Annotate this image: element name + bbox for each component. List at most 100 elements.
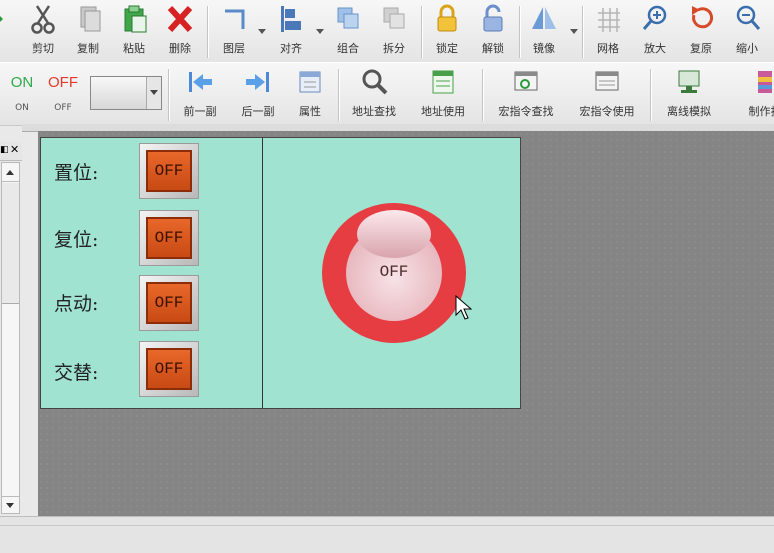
delete-button[interactable]: 删除 [158, 2, 202, 60]
address-usage-label: 地址使用 [421, 103, 465, 119]
package-button[interactable]: 制作打 [735, 65, 774, 123]
jog-switch-button[interactable]: OFF [139, 275, 199, 331]
scissors-icon [23, 2, 63, 36]
toggle-switch-face: OFF [146, 348, 192, 390]
address-search-label: 地址查找 [352, 103, 396, 119]
toolbar-separator [168, 69, 170, 121]
ungroup-button[interactable]: 拆分 [372, 2, 416, 60]
on-icon-text: ON [11, 74, 34, 91]
left-dock-header: ◧ ✕ [0, 142, 22, 161]
lamp-gloss [357, 210, 431, 258]
align-dropdown-arrow-icon[interactable] [316, 29, 324, 34]
shape-selector-dropdown[interactable] [90, 76, 162, 110]
zoom-out-button[interactable]: 缩小 [725, 2, 769, 60]
paste-label: 粘贴 [123, 40, 145, 56]
hmi-screen[interactable]: 置位: OFF 复位: OFF 点动: OFF 交替: OFF OFF [40, 137, 521, 409]
align-button[interactable]: 对齐 [268, 2, 314, 60]
zoom-in-label: 放大 [644, 40, 666, 56]
restore-icon [681, 2, 721, 36]
group-button[interactable]: 组合 [326, 2, 370, 60]
cut-button[interactable]: 剪切 [22, 2, 64, 60]
ungroup-icon [374, 2, 414, 36]
off-icon: OFF [43, 65, 83, 99]
toggle-label: 交替: [54, 358, 98, 385]
screen-divider [262, 138, 263, 408]
lock-label: 锁定 [436, 40, 458, 56]
delete-icon [160, 2, 200, 36]
zoom-in-icon [635, 2, 675, 36]
layer-button[interactable]: 图层 [212, 2, 256, 60]
delete-label: 删除 [169, 40, 191, 56]
toolbar-separator [421, 6, 423, 58]
toolbar-separator [582, 6, 584, 58]
macro-search-label: 宏指令查找 [499, 103, 554, 119]
copy-icon [68, 2, 108, 36]
toolbar-separator [650, 69, 652, 121]
macro-search-button[interactable]: 宏指令查找 [490, 65, 562, 123]
toggle-switch-button[interactable]: OFF [139, 341, 199, 397]
zoom-out-icon [727, 2, 767, 36]
restore-button[interactable]: 复原 [679, 2, 723, 60]
paste-button[interactable]: 粘贴 [112, 2, 156, 60]
restore-label: 复原 [690, 40, 712, 56]
grid-icon [588, 2, 628, 36]
unlock-label: 解锁 [482, 40, 504, 56]
design-canvas[interactable]: 置位: OFF 复位: OFF 点动: OFF 交替: OFF OFF [38, 131, 774, 516]
chevron-down-icon [146, 77, 161, 109]
properties-button[interactable]: 属性 [288, 65, 332, 123]
next-screen-button[interactable]: 后一副 [232, 65, 284, 123]
layer-label: 图层 [223, 40, 245, 56]
scroll-up-arrow-icon[interactable] [2, 163, 19, 182]
prev-screen-button[interactable]: 前一副 [174, 65, 226, 123]
status-bar [0, 516, 774, 553]
scroll-thumb[interactable] [2, 183, 19, 304]
off-label: OFF [54, 103, 71, 113]
mirror-dropdown-arrow-icon[interactable] [570, 29, 578, 34]
unlock-button[interactable]: 解锁 [471, 2, 515, 60]
reset-switch-button[interactable]: OFF [139, 210, 199, 266]
properties-label: 属性 [299, 103, 321, 119]
pin-icon[interactable]: ◧ [0, 145, 9, 155]
group-icon [328, 2, 368, 36]
align-label: 对齐 [280, 40, 302, 56]
address-search-button[interactable]: 地址查找 [344, 65, 404, 123]
scroll-down-arrow-icon[interactable] [2, 496, 19, 513]
ungroup-label: 拆分 [383, 40, 405, 56]
next-screen-label: 后一副 [242, 103, 275, 119]
offline-sim-button[interactable]: 离线模拟 [656, 65, 722, 123]
group-label: 组合 [337, 40, 359, 56]
toolbar-separator [338, 69, 340, 121]
on-icon: ON [2, 65, 42, 99]
off-button[interactable]: OFF OFF [42, 65, 84, 123]
object-toolbar: ON ON OFF OFF 前一副 后一副 属性 [0, 62, 774, 126]
layer-dropdown-arrow-icon[interactable] [258, 29, 266, 34]
set-switch-button[interactable]: OFF [139, 143, 199, 199]
offline-sim-label: 离线模拟 [667, 103, 711, 119]
cut-label: 剪切 [32, 40, 54, 56]
set-switch-face: OFF [146, 150, 192, 192]
package-icon [745, 65, 774, 99]
reset-switch-face: OFF [146, 217, 192, 259]
toolbar-partial-item[interactable] [0, 2, 8, 60]
macro-usage-button[interactable]: 宏指令使用 [570, 65, 644, 123]
on-button[interactable]: ON ON [2, 65, 42, 123]
align-icon [271, 2, 311, 36]
layer-icon [214, 2, 254, 36]
prev-screen-icon [180, 65, 220, 99]
mouse-cursor-icon [455, 295, 473, 321]
zoom-in-button[interactable]: 放大 [633, 2, 677, 60]
status-bar-divider [0, 525, 774, 526]
mirror-button[interactable]: 镜像 [522, 2, 566, 60]
indicator-lamp[interactable]: OFF [322, 203, 466, 343]
left-scrollbar[interactable] [1, 162, 20, 514]
unlock-icon [473, 2, 513, 36]
address-usage-button[interactable]: 地址使用 [412, 65, 474, 123]
close-icon[interactable]: ✕ [10, 143, 19, 156]
address-search-icon [354, 65, 394, 99]
jog-switch-face: OFF [146, 282, 192, 324]
copy-button[interactable]: 复制 [66, 2, 110, 60]
macro-search-icon [506, 65, 546, 99]
macro-usage-label: 宏指令使用 [580, 103, 635, 119]
grid-button[interactable]: 网格 [586, 2, 630, 60]
lock-button[interactable]: 锁定 [425, 2, 469, 60]
